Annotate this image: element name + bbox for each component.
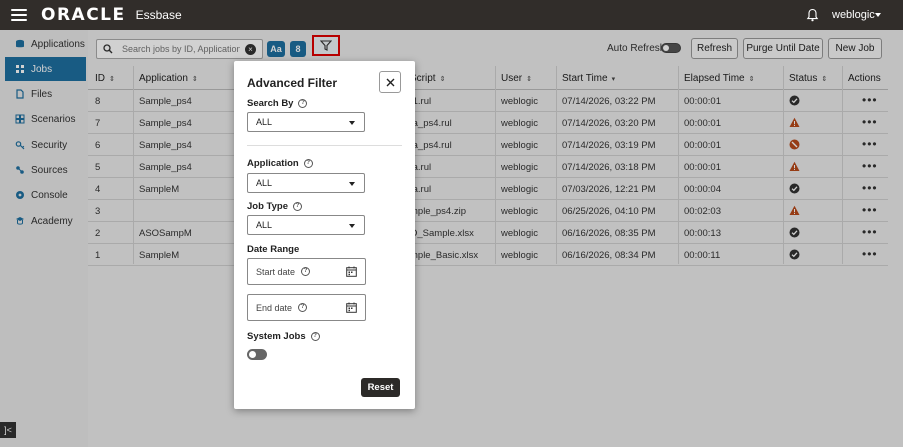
application-label: Application?: [247, 158, 313, 169]
modal-overlay[interactable]: [0, 30, 903, 447]
start-date-input[interactable]: Start date?: [247, 258, 366, 285]
help-icon[interactable]: ?: [293, 202, 302, 211]
advanced-filter-dialog: Advanced Filter Search By? ALL Applicati…: [234, 61, 415, 409]
bell-icon[interactable]: [806, 8, 819, 22]
close-button[interactable]: [379, 71, 401, 93]
application-select[interactable]: ALL: [247, 173, 365, 193]
oracle-logo: ORACLE: [41, 5, 126, 25]
hamburger-menu-icon[interactable]: [11, 9, 27, 21]
user-menu[interactable]: weblogic: [832, 9, 875, 21]
job-type-select[interactable]: ALL: [247, 215, 365, 235]
dropdown-arrow-icon: [349, 121, 355, 125]
system-jobs-toggle[interactable]: [247, 349, 267, 360]
end-date-input[interactable]: End date?: [247, 294, 366, 321]
help-icon[interactable]: ?: [298, 303, 308, 312]
close-icon: [386, 78, 394, 86]
help-icon[interactable]: ?: [303, 159, 313, 168]
calendar-icon[interactable]: [346, 266, 357, 277]
dropdown-arrow-icon: [349, 182, 355, 186]
search-by-select[interactable]: ALL: [247, 112, 365, 132]
calendar-icon[interactable]: [346, 302, 357, 313]
system-jobs-label: System Jobs?: [247, 331, 320, 342]
help-icon[interactable]: ?: [301, 267, 311, 276]
search-by-label: Search By?: [247, 98, 308, 109]
dialog-title: Advanced Filter: [247, 76, 338, 90]
date-range-label: Date Range: [247, 244, 300, 255]
product-name: Essbase: [135, 8, 182, 22]
top-header: ORACLE Essbase weblogic: [0, 0, 903, 30]
help-icon[interactable]: ?: [310, 332, 320, 341]
chevron-down-icon[interactable]: [875, 13, 881, 17]
dropdown-arrow-icon: [349, 224, 355, 228]
section-divider: [247, 145, 402, 146]
help-icon[interactable]: ?: [298, 99, 308, 108]
job-type-label: Job Type?: [247, 201, 302, 212]
reset-button[interactable]: Reset: [361, 378, 400, 397]
